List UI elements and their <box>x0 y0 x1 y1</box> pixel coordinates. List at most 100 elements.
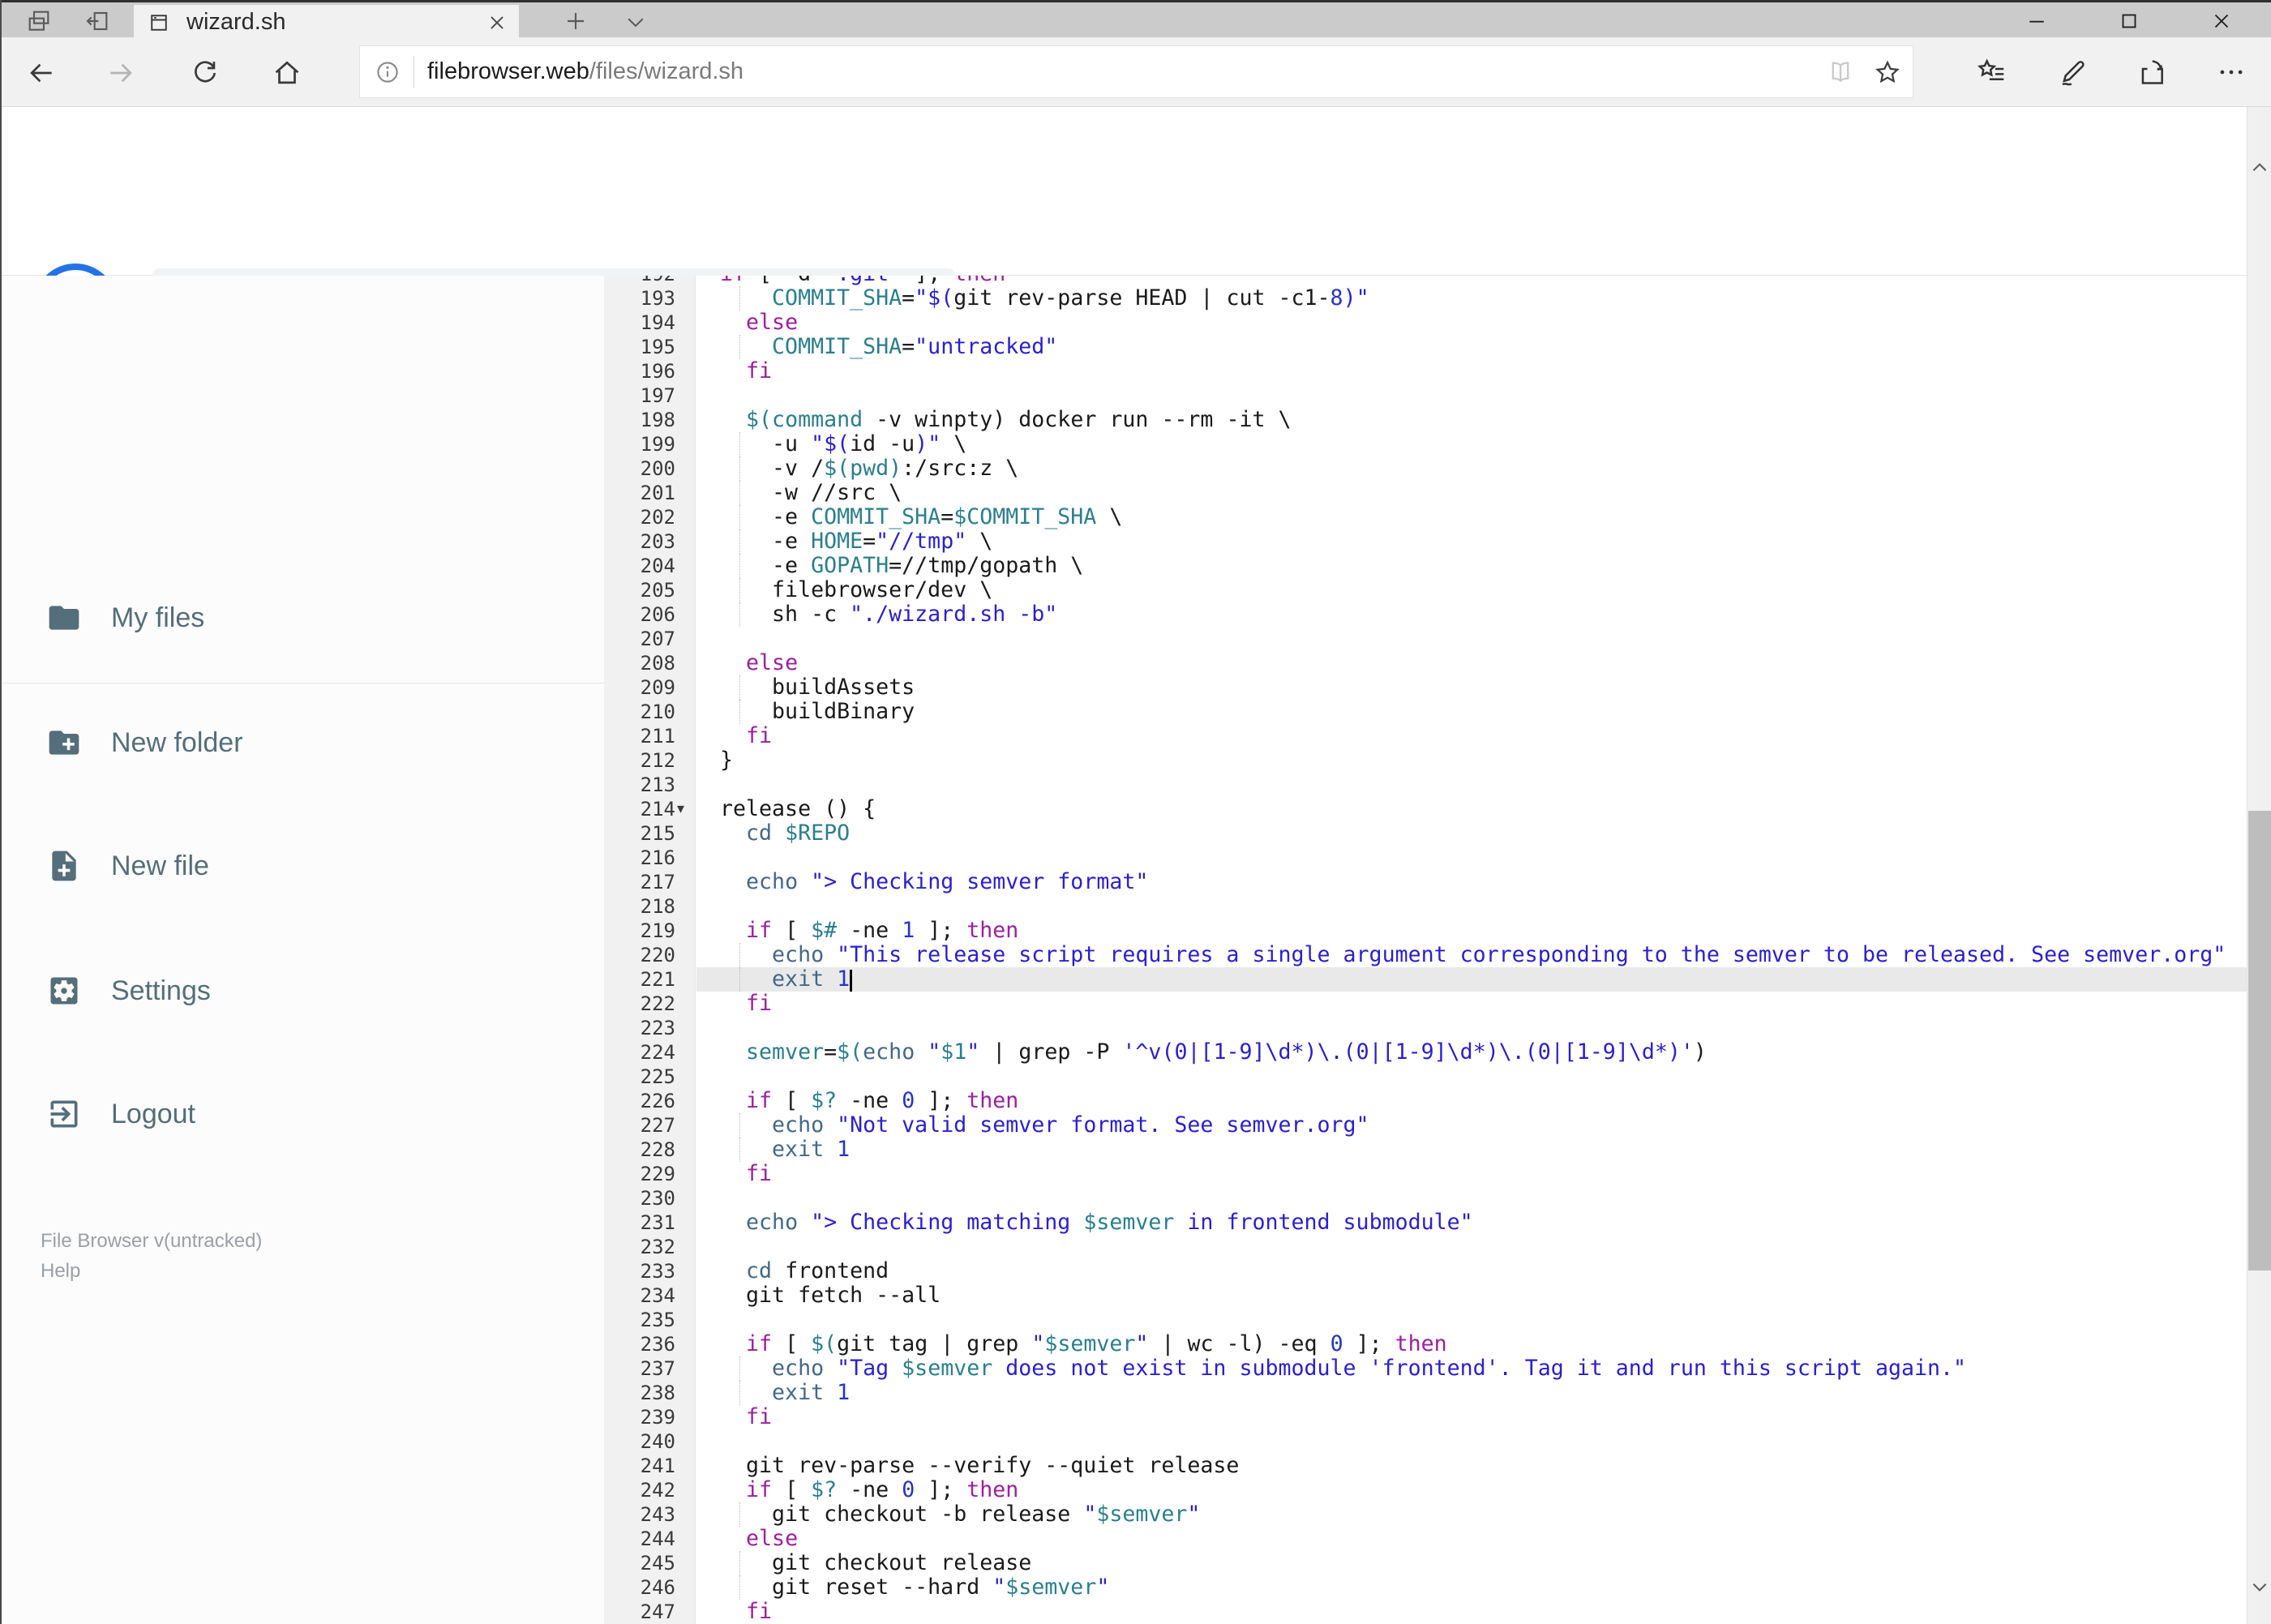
code-line[interactable]: echo "This release script requires a sin… <box>720 943 2226 967</box>
url-path: /files/wizard.sh <box>589 58 744 84</box>
line-number: 194 <box>640 311 675 334</box>
favorites-hub-icon[interactable] <box>1977 57 2007 88</box>
code-editor[interactable]: if [ -d ".git" ]; then COMMIT_SHA="$(git… <box>604 276 2247 1624</box>
code-line[interactable]: if [ $? -ne 0 ]; then <box>720 1089 1018 1113</box>
code-line[interactable]: cd $REPO <box>720 821 850 846</box>
browser-tab[interactable]: wizard.sh <box>134 5 519 40</box>
page-info-icon[interactable] <box>375 59 401 85</box>
code-line[interactable]: if [ $? -ne 0 ]; then <box>720 1478 1018 1502</box>
sidebar-item-new-file[interactable]: New file <box>0 829 604 902</box>
code-line[interactable]: -v /$(pwd):/src:z \ <box>720 456 1018 481</box>
maximize-button[interactable] <box>2105 9 2153 33</box>
code-line[interactable]: echo "Not valid semver format. See semve… <box>720 1113 1369 1138</box>
app-header <box>0 107 2247 348</box>
line-number: 215 <box>640 822 675 845</box>
share-icon[interactable] <box>2136 57 2167 88</box>
code-line[interactable]: $(command -v winpty) docker run --rm -it… <box>720 408 1291 432</box>
help-link[interactable]: Help <box>41 1256 262 1286</box>
tab-list-chevron-icon[interactable] <box>623 10 648 34</box>
code-line[interactable]: sh -c "./wizard.sh -b" <box>720 602 1057 627</box>
home-icon[interactable] <box>272 58 302 88</box>
code-line[interactable]: } <box>720 748 733 773</box>
code-line[interactable]: echo "> Checking semver format" <box>720 870 1148 894</box>
browser-tab-strip: wizard.sh <box>0 0 2271 40</box>
code-line[interactable]: -e GOPATH=//tmp/gopath \ <box>720 554 1083 578</box>
line-number: 220 <box>640 944 675 966</box>
scroll-up-icon[interactable] <box>2249 157 2270 178</box>
code-line[interactable]: if [ $(git tag | grep "$semver" | wc -l)… <box>720 1332 1447 1356</box>
code-line[interactable]: fi <box>720 724 772 748</box>
line-number: 205 <box>640 579 675 602</box>
line-number: 204 <box>640 555 675 577</box>
forward-icon[interactable] <box>105 58 136 88</box>
fold-marker-icon[interactable]: ▾ <box>677 797 684 821</box>
line-number: 236 <box>640 1333 675 1356</box>
tab-title: wizard.sh <box>186 9 286 35</box>
line-number: 200 <box>640 457 675 480</box>
code-line[interactable]: -e COMMIT_SHA=$COMMIT_SHA \ <box>720 505 1122 529</box>
line-number: 203 <box>640 530 675 553</box>
code-line[interactable]: fi <box>720 1162 772 1186</box>
code-line[interactable]: buildBinary <box>720 700 915 724</box>
code-line[interactable]: semver=$(echo "$1" | grep -P '^v(0|[1-9]… <box>720 1040 1707 1065</box>
code-line[interactable]: exit 1 <box>720 1138 850 1162</box>
sidebar-item-logout[interactable]: Logout <box>0 1078 604 1151</box>
sidebar-item-label: Logout <box>111 1098 195 1129</box>
annotate-pen-icon[interactable] <box>2058 57 2089 88</box>
line-number: 226 <box>640 1090 675 1112</box>
sidebar-item-my-files[interactable]: My files <box>0 581 604 654</box>
close-window-button[interactable] <box>2197 9 2246 33</box>
sidebar-item-new-folder[interactable]: New folder <box>0 706 604 779</box>
browser-navbar: filebrowser.web/files/wizard.sh <box>0 37 2271 107</box>
address-bar[interactable]: filebrowser.web/files/wizard.sh <box>359 45 1913 98</box>
minimize-button[interactable] <box>2012 9 2061 33</box>
code-line[interactable]: cd frontend <box>720 1259 889 1283</box>
reading-view-icon[interactable] <box>1827 58 1854 86</box>
code-line[interactable]: buildAssets <box>720 675 915 700</box>
active-line-highlight <box>696 967 2247 992</box>
code-line[interactable]: fi <box>720 1405 772 1429</box>
page-scrollbar[interactable] <box>2247 107 2271 1624</box>
url-domain: filebrowser.web <box>427 58 589 84</box>
scrollbar-thumb[interactable] <box>2248 811 2271 1270</box>
scroll-down-icon[interactable] <box>2249 1576 2270 1597</box>
code-line[interactable]: COMMIT_SHA="untracked" <box>720 335 1057 359</box>
sidebar-item-settings[interactable]: Settings <box>0 954 604 1027</box>
favorite-star-icon[interactable] <box>1874 58 1901 86</box>
line-number: 218 <box>640 895 675 918</box>
tab-preview-icon[interactable] <box>25 8 53 34</box>
code-line[interactable]: filebrowser/dev \ <box>720 578 992 602</box>
new-tab-button[interactable] <box>563 8 589 34</box>
back-icon[interactable] <box>26 58 57 88</box>
code-line[interactable]: git rev-parse --verify --quiet release <box>720 1454 1239 1478</box>
code-line[interactable]: git fetch --all <box>720 1283 941 1308</box>
code-line[interactable]: git checkout release <box>720 1551 1031 1575</box>
set-tabs-aside-icon[interactable] <box>84 8 111 34</box>
line-number: 231 <box>640 1211 675 1234</box>
code-line[interactable]: echo "> Checking matching $semver in fro… <box>720 1211 1473 1235</box>
code-line[interactable]: git checkout -b release "$semver" <box>720 1502 1200 1527</box>
line-number: 235 <box>640 1309 675 1331</box>
code-line[interactable]: else <box>720 311 798 335</box>
tab-close-icon[interactable] <box>486 12 508 33</box>
code-line[interactable]: git reset --hard "$semver" <box>720 1575 1109 1600</box>
code-line[interactable]: if [ $# -ne 1 ]; then <box>720 919 1018 943</box>
url-text: filebrowser.web/files/wizard.sh <box>427 58 743 85</box>
code-line[interactable]: fi <box>720 992 772 1016</box>
more-options-icon[interactable] <box>2216 57 2247 88</box>
code-line[interactable]: fi <box>720 1600 772 1624</box>
code-line[interactable]: -u "$(id -u)" \ <box>720 432 966 456</box>
code-line[interactable]: echo "Tag $semver does not exist in subm… <box>720 1356 1966 1381</box>
code-line[interactable]: release () { <box>720 797 876 821</box>
line-number: 197 <box>640 384 675 407</box>
code-line[interactable]: -e HOME="//tmp" \ <box>720 529 992 554</box>
code-line[interactable]: -w //src \ <box>720 481 902 505</box>
code-line[interactable]: exit 1 <box>720 967 853 992</box>
code-line[interactable]: else <box>720 1527 798 1551</box>
code-line[interactable]: else <box>720 651 798 675</box>
code-line[interactable]: exit 1 <box>720 1381 850 1405</box>
code-line[interactable]: COMMIT_SHA="$(git rev-parse HEAD | cut -… <box>720 286 1369 311</box>
refresh-icon[interactable] <box>190 58 221 88</box>
line-number: 227 <box>640 1114 675 1137</box>
code-line[interactable]: fi <box>720 359 772 384</box>
